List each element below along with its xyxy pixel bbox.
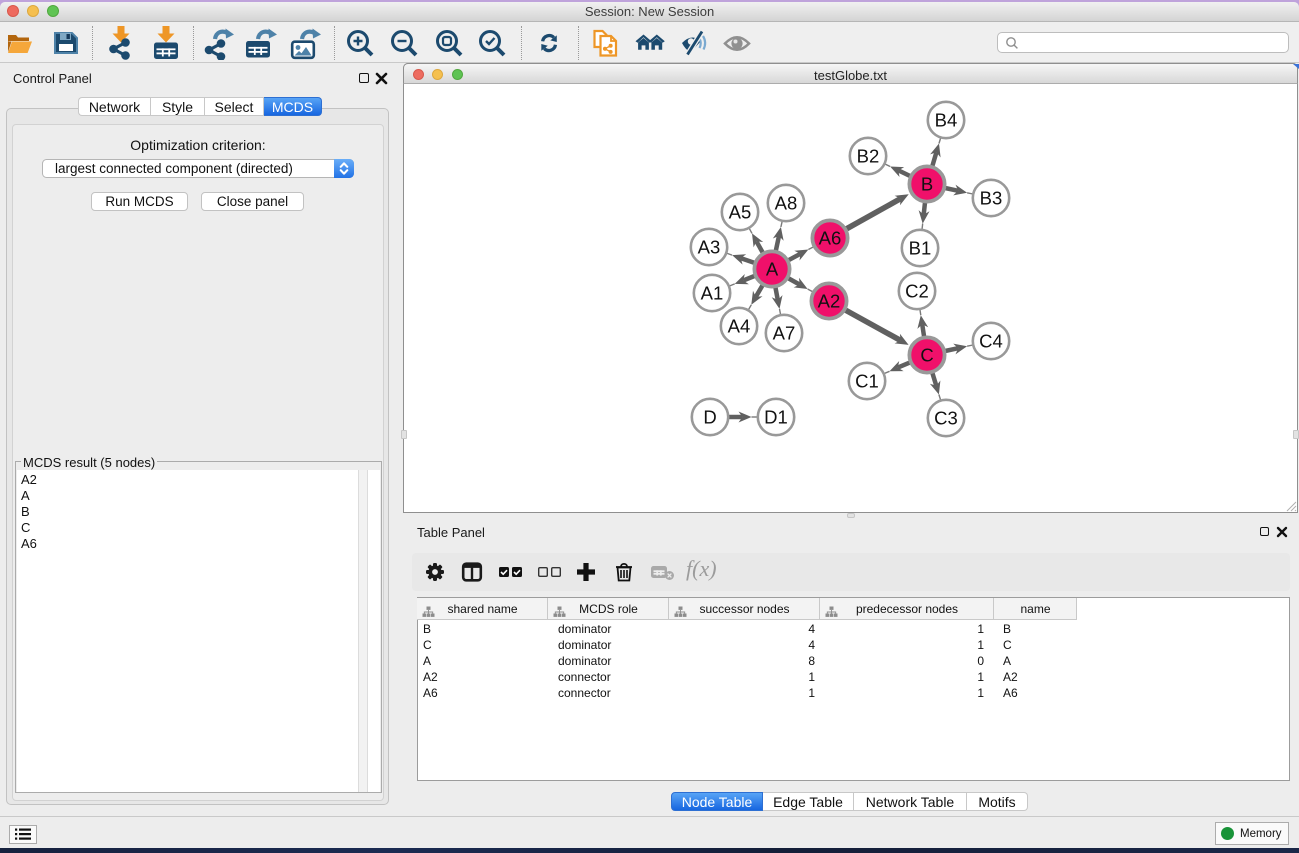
svg-text:B2: B2 xyxy=(857,146,880,167)
svg-text:D1: D1 xyxy=(764,407,788,428)
svg-text:B1: B1 xyxy=(909,238,932,259)
svg-text:C: C xyxy=(920,345,933,366)
svg-text:A1: A1 xyxy=(701,283,724,304)
svg-text:B: B xyxy=(921,174,933,195)
svg-text:A3: A3 xyxy=(698,237,721,258)
svg-text:A4: A4 xyxy=(728,316,751,337)
svg-text:A8: A8 xyxy=(775,193,798,214)
svg-text:A7: A7 xyxy=(773,323,796,344)
svg-text:B3: B3 xyxy=(980,188,1003,209)
svg-text:C4: C4 xyxy=(979,331,1003,352)
svg-text:B4: B4 xyxy=(935,110,958,131)
svg-text:C1: C1 xyxy=(855,371,879,392)
svg-text:A: A xyxy=(766,259,779,280)
svg-text:C2: C2 xyxy=(905,281,929,302)
svg-text:D: D xyxy=(703,407,716,428)
svg-text:A2: A2 xyxy=(818,291,841,312)
svg-text:A6: A6 xyxy=(819,228,842,249)
svg-text:C3: C3 xyxy=(934,408,958,429)
svg-text:A5: A5 xyxy=(729,202,752,223)
